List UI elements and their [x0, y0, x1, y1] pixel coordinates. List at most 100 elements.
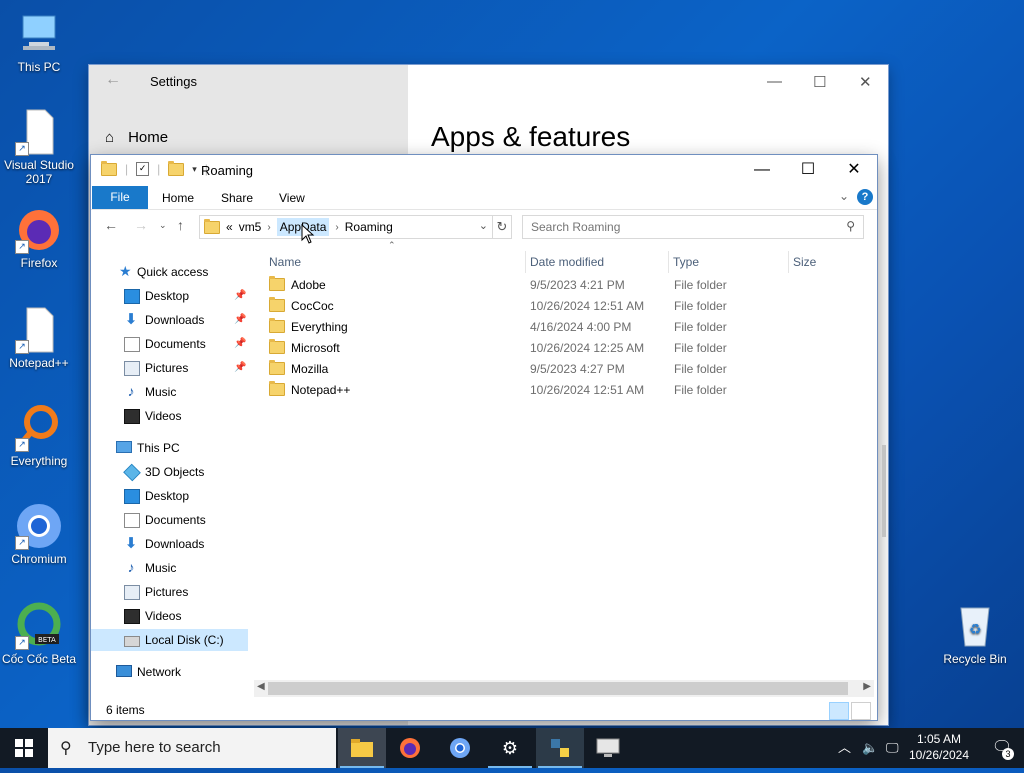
refresh-button[interactable]: ↻	[493, 215, 512, 239]
list-item[interactable]: Adobe 9/5/2023 4:21 PM File folder	[265, 275, 861, 296]
explorer-titlebar[interactable]: | ✓ | ▾ | Roaming — ☐ ✕	[91, 155, 877, 185]
sidebar-item-label: Pictures	[145, 361, 189, 375]
quick-access-toolbar: | ✓ | ▾ |	[101, 160, 208, 176]
back-button[interactable]: ←	[104, 217, 118, 233]
sidebar-item-desktop[interactable]: Desktop 📌	[91, 285, 248, 307]
sidebar-item-pc-music[interactable]: ♪ Music	[91, 557, 248, 579]
pin-icon[interactable]: 📌	[234, 357, 246, 379]
sidebar-item-downloads[interactable]: ⬇ Downloads 📌	[91, 309, 248, 331]
tab-view[interactable]: View	[279, 191, 305, 205]
sidebar-item-pc-pictures[interactable]: Pictures	[91, 581, 248, 603]
minimize-button[interactable]: —	[739, 155, 785, 185]
details-view-button[interactable]	[829, 702, 849, 720]
pin-icon[interactable]: 📌	[234, 285, 246, 307]
list-item[interactable]: Mozilla 9/5/2023 4:27 PM File folder	[265, 359, 861, 380]
sidebar-item-this-pc[interactable]: This PC	[91, 437, 248, 459]
search-input[interactable]	[529, 216, 833, 238]
network-icon[interactable]: 🖵	[886, 728, 899, 768]
sidebar-item-documents[interactable]: Documents 📌	[91, 333, 248, 355]
column-header-size[interactable]: Size	[788, 251, 863, 273]
settings-scrollbar[interactable]	[882, 445, 886, 537]
list-item[interactable]: Microsoft 10/26/2024 12:25 AM File folde…	[265, 338, 861, 359]
address-dropdown-icon[interactable]: ⌄	[479, 219, 488, 232]
customize-toolbar-icon[interactable]: ▾	[192, 164, 197, 175]
list-item[interactable]: Everything 4/16/2024 4:00 PM File folder	[265, 317, 861, 338]
breadcrumb-vm5[interactable]: vm5	[239, 220, 262, 234]
back-arrow-icon[interactable]: ←	[105, 71, 121, 89]
column-header-date[interactable]: Date modified	[525, 251, 666, 273]
sidebar-item-pictures[interactable]: Pictures 📌	[91, 357, 248, 379]
file-explorer-window[interactable]: | ✓ | ▾ | Roaming — ☐ ✕ File Home Share …	[91, 155, 877, 720]
desktop-icon-coccoc[interactable]: BETA ↗ Cốc Cốc Beta	[0, 602, 78, 666]
up-button[interactable]: ↑	[177, 217, 184, 233]
desktop-icon-everything[interactable]: ↗ Everything	[0, 404, 78, 468]
sidebar-item-videos[interactable]: Videos	[91, 405, 248, 427]
start-button[interactable]	[0, 728, 48, 768]
breadcrumb-roaming[interactable]: Roaming	[345, 220, 393, 234]
taskbar-python-app[interactable]	[536, 728, 584, 768]
desktop-icon-recycle-bin[interactable]: ♻ Recycle Bin	[936, 602, 1014, 666]
tab-home[interactable]: Home	[162, 191, 194, 205]
sidebar-item-pc-documents[interactable]: Documents	[91, 509, 248, 531]
tab-share[interactable]: Share	[221, 191, 253, 205]
desktop-icon-this-pc[interactable]: This PC	[0, 10, 78, 74]
sidebar-item-pc-desktop[interactable]: Desktop	[91, 485, 248, 507]
desktop-icon-visual-studio[interactable]: ↗ Visual Studio 2017	[0, 108, 78, 186]
show-hidden-icons-chevron[interactable]: ︿	[838, 728, 851, 768]
taskbar-firefox[interactable]	[386, 728, 434, 768]
list-item[interactable]: CocCoc 10/26/2024 12:51 AM File folder	[265, 296, 861, 317]
shortcut-arrow-icon: ↗	[15, 142, 29, 156]
recycle-bin-icon: ♻	[951, 602, 999, 650]
close-button[interactable]: ✕	[831, 155, 877, 185]
settings-home-link[interactable]: ⌂ Home	[105, 129, 168, 146]
column-header-name[interactable]: Name	[265, 251, 521, 273]
desktop-icon-firefox[interactable]: ↗ Firefox	[0, 206, 78, 270]
svg-text:BETA: BETA	[38, 636, 56, 644]
horizontal-scrollbar[interactable]: ◀ ▶	[254, 680, 874, 697]
sidebar-item-3d-objects[interactable]: 3D Objects	[91, 461, 248, 483]
scroll-right-icon[interactable]: ▶	[863, 681, 871, 692]
close-button[interactable]: ✕	[859, 73, 872, 91]
minimize-button[interactable]: —	[767, 73, 782, 90]
sidebar-item-pc-downloads[interactable]: ⬇ Downloads	[91, 533, 248, 555]
address-overflow[interactable]: «	[226, 220, 233, 234]
sidebar-item-local-disk[interactable]: Local Disk (C:)	[91, 629, 248, 651]
expand-ribbon-icon[interactable]: ⌄	[839, 189, 849, 203]
desktop-icon-label: Cốc Cốc Beta	[1, 652, 77, 666]
help-icon[interactable]: ?	[857, 189, 873, 205]
taskbar-remote-app[interactable]	[584, 728, 632, 768]
properties-icon[interactable]: ✓	[136, 162, 150, 176]
recent-locations-icon[interactable]: ⌄	[159, 220, 167, 231]
sidebar-item-quick-access[interactable]: ★ Quick access	[91, 261, 248, 283]
taskbar-search-box[interactable]: ⚲ Type here to search	[48, 728, 336, 768]
column-header-type[interactable]: Type	[668, 251, 785, 273]
desktop-icon-chromium[interactable]: ↗ Chromium	[0, 502, 78, 566]
large-icons-view-button[interactable]	[851, 702, 871, 720]
sidebar-item-music[interactable]: ♪ Music	[91, 381, 248, 403]
list-item[interactable]: Notepad++ 10/26/2024 12:51 AM File folde…	[265, 380, 861, 401]
pin-icon[interactable]: 📌	[234, 333, 246, 355]
action-center-button[interactable]: 🗨 3	[980, 728, 1024, 768]
shortcut-arrow-icon: ↗	[15, 240, 29, 254]
desktop-icon-notepadpp[interactable]: ↗ Notepad++	[0, 306, 78, 370]
taskbar-settings[interactable]: ⚙	[486, 728, 534, 768]
sidebar-item-network[interactable]: Network	[91, 661, 248, 683]
tab-file[interactable]: File	[92, 186, 148, 209]
sidebar-item-pc-videos[interactable]: Videos	[91, 605, 248, 627]
chevron-right-icon[interactable]: ›	[267, 222, 270, 233]
pin-icon[interactable]: 📌	[234, 309, 246, 331]
maximize-button[interactable]: ☐	[813, 73, 826, 91]
address-bar[interactable]: « vm5 › AppData › Roaming ⌄	[199, 215, 493, 239]
volume-muted-icon[interactable]: 🔈	[862, 728, 878, 768]
maximize-button[interactable]: ☐	[785, 155, 831, 185]
scrollbar-thumb[interactable]	[268, 682, 848, 695]
scroll-left-icon[interactable]: ◀	[257, 681, 265, 692]
forward-button[interactable]: →	[134, 217, 148, 233]
clock[interactable]: 1:05 AM 10/26/2024	[902, 731, 976, 763]
new-folder-icon[interactable]	[168, 160, 185, 176]
chevron-right-icon[interactable]: ›	[335, 222, 338, 233]
taskbar-file-explorer[interactable]	[338, 728, 386, 768]
search-box[interactable]: ⚲	[522, 215, 864, 239]
svg-text:♻: ♻	[969, 622, 982, 638]
taskbar-chromium[interactable]	[436, 728, 484, 768]
